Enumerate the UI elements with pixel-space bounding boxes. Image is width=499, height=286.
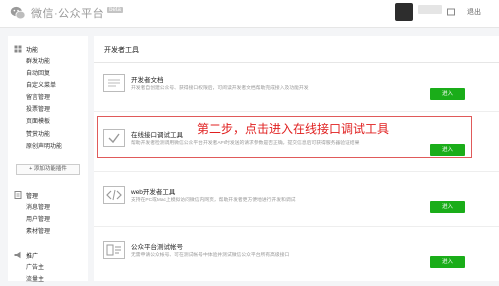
document-icon	[14, 191, 22, 199]
wechat-logo[interactable]: 微信·公众平台 beta	[10, 5, 123, 21]
logo-text: 微信·公众平台	[31, 8, 105, 20]
sidebar-group-management: 管理 消息管理 用户管理 素材管理	[8, 188, 88, 238]
sidebar-item-mass-send[interactable]: 群发功能	[8, 56, 88, 68]
sidebar-group-header: 推广	[8, 248, 88, 262]
beta-badge: beta	[107, 7, 123, 13]
sidebar-group-label: 管理	[26, 193, 39, 200]
code-icon	[103, 186, 125, 204]
sidebar-item-advertiser[interactable]: 广告主	[8, 262, 88, 274]
sidebar-group-promotion: 推广 广告主 流量主	[8, 248, 88, 286]
sidebar-item-materials[interactable]: 素材管理	[8, 226, 88, 238]
top-header: 微信·公众平台 beta 退出	[0, 0, 499, 28]
tool-title: 开发者文档	[131, 77, 164, 84]
wechat-icon	[10, 6, 26, 20]
sidebar-group-label: 功能	[26, 47, 39, 54]
sidebar-item-custom-menu[interactable]: 自定义菜单	[8, 80, 88, 92]
enter-button-test-account[interactable]: 进入	[430, 256, 465, 268]
add-plugin-button[interactable]: + 添加功能插件	[16, 164, 80, 175]
logout-link[interactable]: 退出	[467, 7, 481, 17]
tool-description: 无需申请公众帐号、可在测试帐号中体验并测试微信公众平台所有高级接口	[131, 253, 290, 258]
sidebar-group-header: 管理	[8, 188, 88, 202]
tool-title: 公众平台测试帐号	[131, 244, 183, 251]
sidebar-item-page-templates[interactable]: 页面模板	[8, 116, 88, 128]
developer-tools-panel: 开发者工具 开发者文档 开发者自创建公众号、获得接口权限后，可阅读开发者文档帮助…	[94, 36, 499, 281]
sidebar-item-rewards[interactable]: 赞赏功能	[8, 129, 88, 141]
sidebar-group-features: 功能 群发功能 自动回复 自定义菜单 留言管理 投票管理 页面模板 赞赏功能 原…	[8, 42, 88, 153]
tool-title: web开发者工具	[131, 189, 176, 196]
sidebar-item-messages[interactable]: 消息管理	[8, 202, 88, 214]
page-title: 开发者工具	[104, 47, 139, 54]
divider	[94, 62, 499, 63]
sidebar: 功能 群发功能 自动回复 自定义菜单 留言管理 投票管理 页面模板 赞赏功能 原…	[8, 36, 88, 283]
enter-button-docs[interactable]: 进入	[430, 88, 465, 100]
tool-description: 开发者自创建公众号、获得接口权限后，可阅读开发者文档帮助完成接入及功能开发	[131, 86, 309, 91]
sidebar-item-auto-reply[interactable]: 自动回复	[8, 68, 88, 80]
tool-description: 支持在PC或Mac上模拟访问微信内网页，帮助开发者更方便地进行开发和调试	[131, 198, 296, 203]
enter-button-web-devtools[interactable]: 进入	[430, 201, 465, 213]
megaphone-icon	[14, 251, 21, 259]
sidebar-item-votes[interactable]: 投票管理	[8, 104, 88, 116]
divider	[94, 171, 499, 172]
sidebar-item-users[interactable]: 用户管理	[8, 214, 88, 226]
sidebar-group-header: 功能	[8, 42, 88, 56]
divider	[94, 111, 499, 112]
sidebar-item-publisher[interactable]: 流量主	[8, 274, 88, 286]
divider	[94, 226, 499, 227]
step-annotation: 第二步，点击进入在线接口调试工具	[197, 122, 390, 136]
document-icon	[103, 74, 125, 92]
sidebar-item-comments[interactable]: 留言管理	[8, 92, 88, 104]
grid-icon	[14, 45, 22, 53]
account-name-blurred[interactable]	[418, 5, 442, 14]
sidebar-item-originality[interactable]: 原创声明功能	[8, 141, 88, 153]
message-icon[interactable]	[447, 8, 455, 16]
test-account-icon	[103, 241, 125, 259]
avatar[interactable]	[395, 3, 413, 21]
sidebar-group-label: 推广	[26, 253, 39, 260]
